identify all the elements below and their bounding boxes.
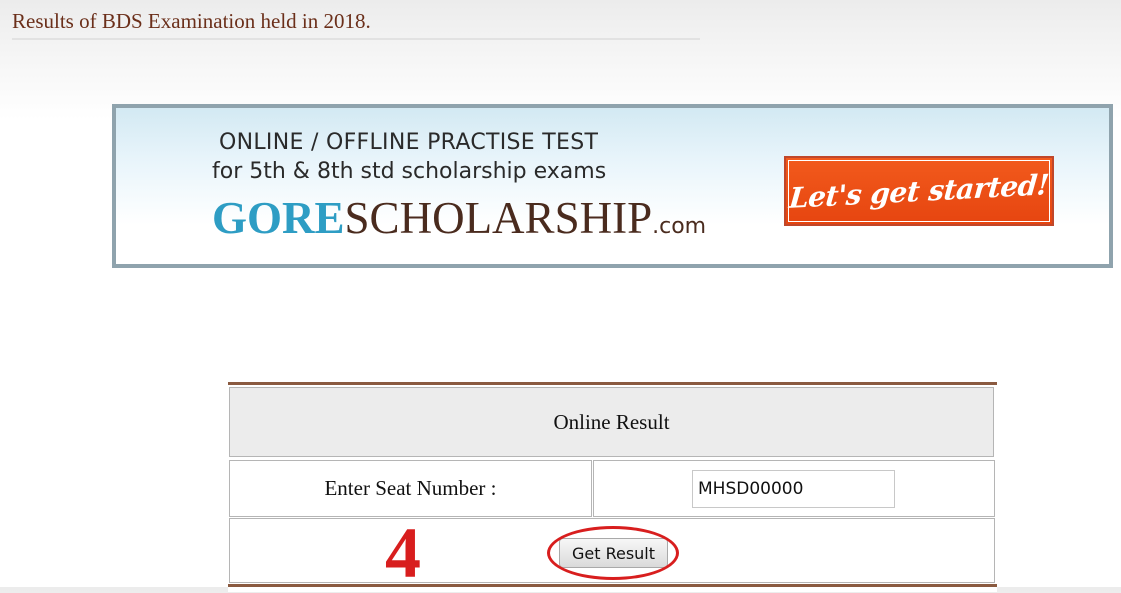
submit-row: 4 Get Result [229, 517, 995, 589]
banner-headline: ONLINE / OFFLINE PRACTISE TEST [219, 130, 599, 155]
cta-label: Let's get started! [787, 167, 1051, 215]
seat-number-cell [593, 460, 995, 517]
brand-logo-part1: GORE [212, 193, 345, 243]
page-heading: Results of BDS Examination held in 2018. [12, 9, 371, 33]
seat-number-input[interactable] [692, 470, 895, 508]
advertisement-banner[interactable]: ONLINE / OFFLINE PRACTISE TEST for 5th &… [112, 104, 1113, 268]
get-result-button[interactable]: Get Result [559, 538, 668, 568]
lets-get-started-button[interactable]: Let's get started! [784, 156, 1054, 226]
online-result-form: Online Result Enter Seat Number : 4 Get … [228, 382, 997, 592]
seat-number-label: Enter Seat Number : [229, 460, 592, 517]
step-annotation: 4 [385, 513, 421, 593]
heading-divider [12, 38, 700, 40]
brand-logo: GORESCHOLARSHIP.com [212, 192, 706, 244]
banner-subheadline: for 5th & 8th std scholarship exams [212, 159, 607, 184]
brand-logo-part2: SCHOLARSHIP [344, 193, 653, 243]
brand-logo-suffix: .com [652, 214, 707, 239]
form-title: Online Result [229, 387, 994, 457]
